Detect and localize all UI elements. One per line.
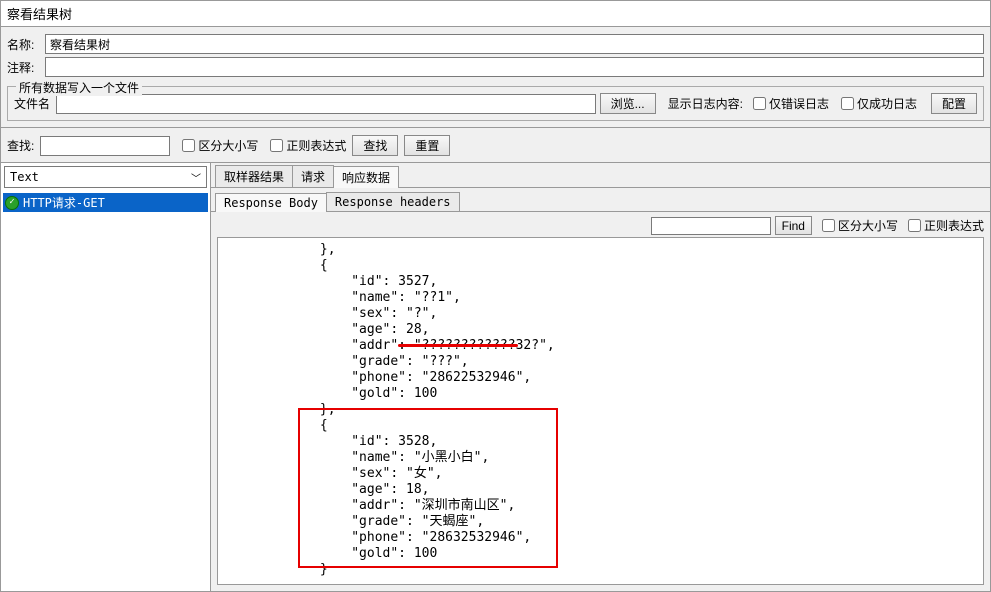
search-input[interactable] — [40, 136, 170, 156]
search-label: 查找: — [7, 137, 34, 154]
search-find-button[interactable]: 查找 — [352, 135, 398, 156]
log-display-label: 显示日志内容: — [668, 95, 743, 112]
renderer-combo[interactable]: Text ﹀ — [4, 166, 207, 188]
tab-request[interactable]: 请求 — [292, 165, 334, 187]
tab-response-body[interactable]: Response Body — [215, 193, 327, 212]
configure-button[interactable]: 配置 — [931, 93, 977, 114]
success-icon: ✓ — [5, 196, 19, 210]
chevron-down-icon: ﹀ — [191, 170, 201, 185]
response-find-button[interactable]: Find — [775, 216, 812, 235]
success-only-checkbox[interactable]: 仅成功日志 — [841, 95, 917, 112]
tab-response-headers[interactable]: Response headers — [326, 192, 460, 211]
file-output-group: 所有数据写入一个文件 文件名 浏览... 显示日志内容: 仅错误日志 仅成功日志… — [7, 86, 984, 121]
filename-label: 文件名 — [14, 95, 50, 112]
renderer-combo-value: Text — [10, 170, 39, 184]
response-subtabs: Response Body Response headers — [211, 188, 990, 212]
name-input[interactable] — [45, 34, 984, 54]
header-form: 名称: 注释: — [1, 27, 990, 84]
browse-button[interactable]: 浏览... — [600, 93, 656, 114]
right-pane: 取样器结果 请求 响应数据 Response Body Response hea… — [211, 163, 990, 591]
search-row: 查找: 区分大小写 正则表达式 查找 重置 — [1, 133, 990, 163]
search-case-checkbox[interactable]: 区分大小写 — [182, 137, 258, 154]
left-pane: Text ﹀ ✓ HTTP请求-GET — [1, 163, 211, 591]
error-only-checkbox[interactable]: 仅错误日志 — [753, 95, 829, 112]
tab-sampler-result[interactable]: 取样器结果 — [215, 165, 293, 187]
comment-label: 注释: — [7, 59, 41, 76]
result-tree[interactable]: ✓ HTTP请求-GET — [1, 191, 210, 591]
tree-node-http-get[interactable]: ✓ HTTP请求-GET — [3, 193, 208, 212]
response-find-row: Find 区分大小写 正则表达式 — [211, 212, 990, 237]
panel-title: 察看结果树 — [1, 1, 990, 27]
main-split: Text ﹀ ✓ HTTP请求-GET 取样器结果 请求 响应数据 Respon… — [1, 163, 990, 591]
search-reset-button[interactable]: 重置 — [404, 135, 450, 156]
response-body-text[interactable]: }, { "id": 3527, "name": "??1", "sex": "… — [218, 238, 983, 582]
view-results-tree-panel: 察看结果树 名称: 注释: 所有数据写入一个文件 文件名 浏览... 显示日志内… — [0, 0, 991, 592]
result-tabs: 取样器结果 请求 响应数据 — [211, 163, 990, 188]
response-find-case-checkbox[interactable]: 区分大小写 — [822, 217, 898, 234]
search-regex-checkbox[interactable]: 正则表达式 — [270, 137, 346, 154]
file-output-legend: 所有数据写入一个文件 — [16, 79, 142, 96]
response-find-input[interactable] — [651, 217, 771, 235]
comment-input[interactable] — [45, 57, 984, 77]
filename-input[interactable] — [56, 94, 596, 114]
name-label: 名称: — [7, 36, 41, 53]
tree-node-label: HTTP请求-GET — [23, 194, 105, 211]
tab-response-data[interactable]: 响应数据 — [333, 166, 399, 188]
response-find-regex-checkbox[interactable]: 正则表达式 — [908, 217, 984, 234]
response-area[interactable]: }, { "id": 3527, "name": "??1", "sex": "… — [217, 237, 984, 585]
